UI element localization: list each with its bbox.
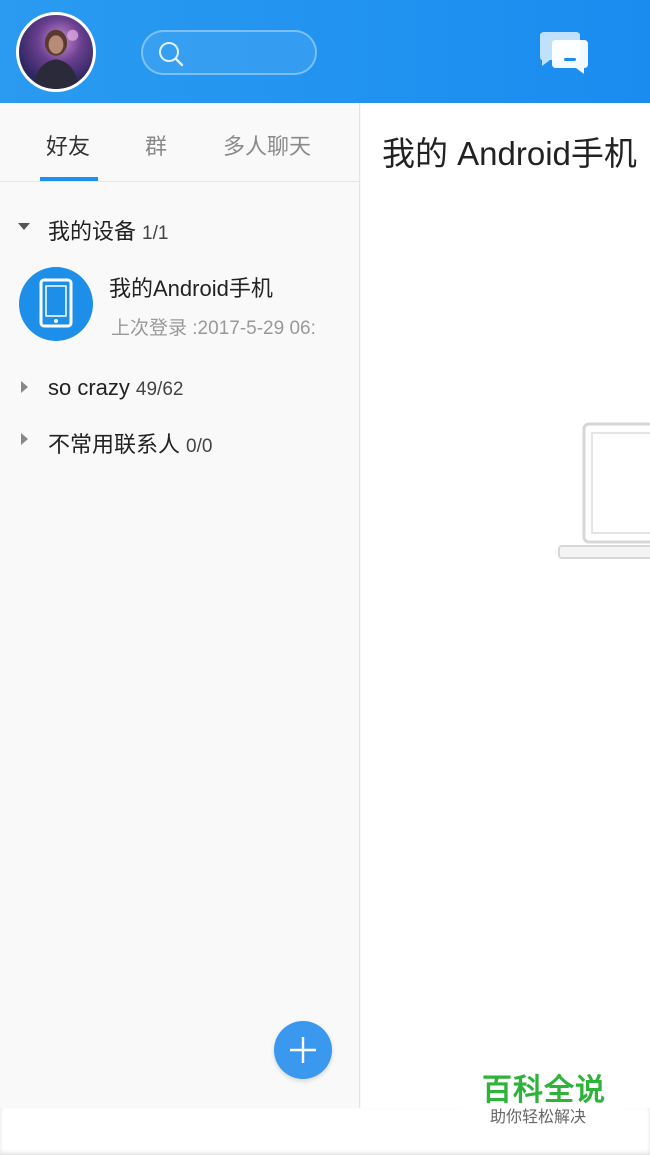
tab-multi-chat[interactable]: 多人聊天: [223, 129, 311, 161]
caret-right-icon: [21, 381, 28, 393]
active-tab-indicator: [40, 177, 98, 181]
group-count: 49/62: [135, 379, 184, 400]
group-infrequent[interactable]: 不常用联系人 0/0: [0, 417, 359, 461]
chat-bubbles-icon[interactable]: [536, 30, 592, 76]
device-last-login: 上次登录 :2017-5-29 06:: [111, 318, 316, 339]
contacts-panel: 好友 群 多人聊天 我的设备 1/1 我的Android手机 上次登录 :2017…: [0, 103, 360, 1108]
watermark-subtitle: 助你轻松解决: [490, 1109, 587, 1126]
tab-friends[interactable]: 好友: [46, 129, 90, 161]
add-button[interactable]: [274, 1021, 332, 1079]
tab-groups[interactable]: 群: [145, 129, 167, 161]
tablet-icon: [39, 278, 73, 328]
device-item[interactable]: 我的Android手机 上次登录 :2017-5-29 06:: [0, 261, 359, 343]
search-icon: [159, 42, 184, 67]
group-so-crazy[interactable]: so crazy 49/62: [0, 365, 359, 409]
group-my-devices[interactable]: 我的设备 1/1: [0, 204, 359, 248]
group-name: 不常用联系人: [48, 432, 181, 457]
group-count: 0/0: [186, 436, 213, 457]
group-count: 1/1: [142, 223, 169, 244]
caret-right-icon: [21, 433, 28, 445]
avatar-image: [31, 29, 81, 89]
chat-panel: 我的 Android手机: [361, 103, 650, 1108]
plus-icon: [290, 1037, 316, 1063]
search-box[interactable]: [141, 30, 317, 75]
group-name: so crazy: [48, 375, 130, 400]
device-avatar: [19, 267, 93, 341]
user-avatar[interactable]: [16, 12, 96, 92]
caret-down-icon: [18, 223, 30, 230]
chat-title: 我的 Android手机: [382, 135, 637, 172]
laptop-icon: [558, 422, 650, 559]
qq-window: 好友 群 多人聊天 我的设备 1/1 我的Android手机 上次登录 :2017…: [0, 0, 650, 1108]
watermark: 百科全说 助你轻松解决: [462, 1055, 624, 1135]
group-name: 我的设备: [48, 219, 137, 244]
device-name: 我的Android手机: [109, 276, 273, 301]
header-bar: [0, 0, 650, 103]
contact-tabs: 好友 群 多人聊天: [0, 103, 359, 182]
